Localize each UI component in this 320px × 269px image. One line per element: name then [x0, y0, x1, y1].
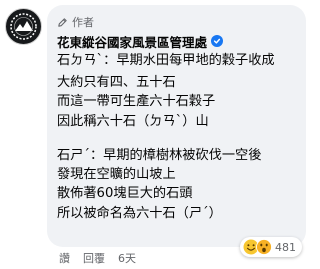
comment-line: 散佈著60塊巨大的石頭	[57, 186, 193, 201]
comment-line: 石ㄕˊ：早期的樟樹林被砍伐一空後	[57, 148, 262, 163]
comment-timestamp[interactable]: 6天	[118, 250, 136, 266]
author-badge: 作者	[57, 15, 94, 29]
pen-icon	[58, 17, 67, 27]
verified-badge-icon	[211, 35, 224, 47]
comment-line: 大約只有四、五十石	[57, 75, 176, 90]
comment-line: 因此稱六十石（ㄉㄢˋ）山	[57, 114, 209, 129]
avatar-logo-icon	[10, 13, 37, 40]
comment-actions: 讚 回覆 6天	[59, 250, 136, 266]
reply-button[interactable]: 回覆	[83, 250, 105, 266]
comment-line: 發現在空曠的山坡上	[57, 167, 176, 182]
wow-emoji-icon	[256, 239, 272, 255]
comment-line: 所以被命名為六十石（ㄕˊ）	[57, 206, 222, 221]
reaction-count: 481	[275, 240, 296, 254]
reaction-summary[interactable]: 481	[240, 237, 302, 257]
reaction-icons	[243, 239, 272, 255]
author-avatar[interactable]	[5, 8, 42, 45]
author-name-row: 花東縱谷國家風景區管理處	[57, 32, 224, 51]
author-badge-label: 作者	[72, 16, 94, 29]
like-button[interactable]: 讚	[59, 250, 70, 266]
comment-line: 石ㄉㄢˋ：早期水田每甲地的穀子收成	[57, 53, 275, 68]
comment-bubble: 作者 花東縱谷國家風景區管理處 石ㄉㄢˋ：早期水田每甲地的穀子收成 大約只有四、…	[47, 5, 306, 247]
author-name[interactable]: 花東縱谷國家風景區管理處	[57, 32, 207, 51]
comment-line: 而這一帶可生產六十石穀子	[57, 94, 216, 109]
